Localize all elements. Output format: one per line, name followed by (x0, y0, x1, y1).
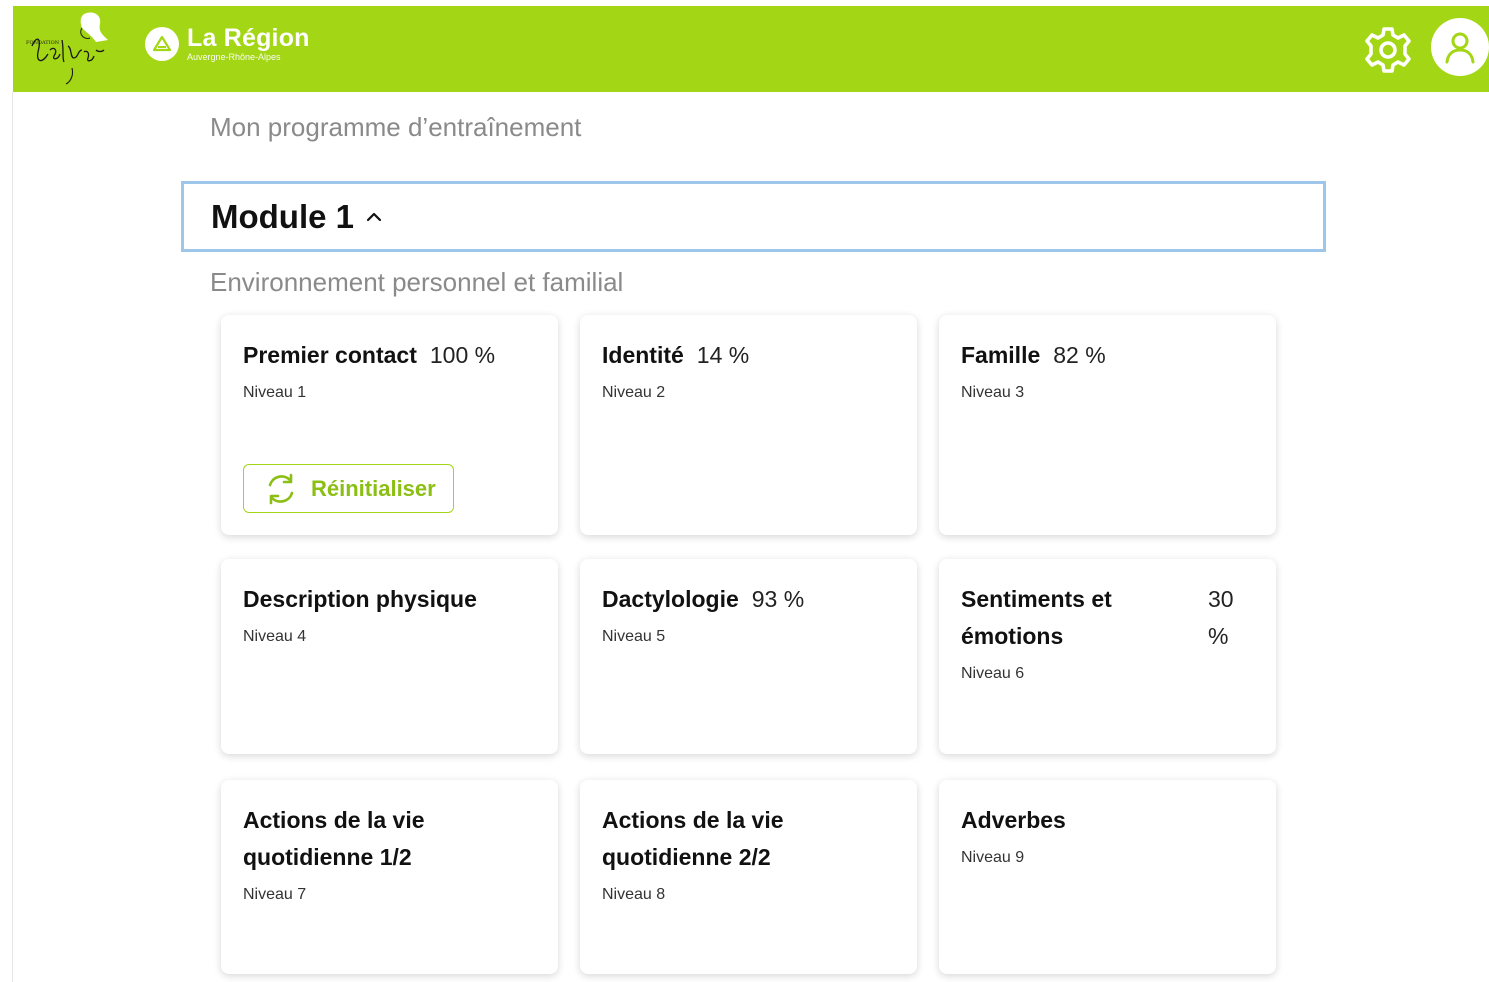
chevron-up-icon (366, 211, 382, 223)
card-level: Niveau 4 (243, 628, 307, 645)
reset-label: Réinitialiser (311, 475, 436, 501)
card-title: Actions de la vie quotidienne 2/2 (602, 807, 784, 870)
card-level: Niveau 8 (602, 886, 666, 903)
lesson-card[interactable]: Dactylologie 93 % Niveau 5 (580, 559, 917, 754)
lesson-card[interactable]: Actions de la vie quotidienne 2/2 Niveau… (580, 780, 917, 974)
card-progress: 100 % (429, 342, 496, 368)
region-badge-icon (145, 27, 179, 61)
card-title: Adverbes (961, 807, 1066, 833)
card-title: Description physique (243, 586, 477, 612)
card-level: Niveau 1 (243, 384, 307, 401)
module-subtitle: Environnement personnel et familial (210, 267, 624, 297)
lesson-card[interactable]: Famille 82 % Niveau 3 (939, 315, 1276, 535)
card-title: Dactylologie (602, 586, 739, 612)
card-level: Niveau 6 (961, 665, 1025, 682)
card-level: Niveau 5 (602, 628, 666, 645)
voltaire-logo[interactable]: FONDATION (12, 6, 117, 86)
card-progress: 82 % (1053, 342, 1106, 368)
refresh-icon (268, 473, 294, 504)
lesson-card[interactable]: Adverbes Niveau 9 (939, 780, 1276, 974)
user-icon (1445, 32, 1475, 64)
lesson-card[interactable]: Actions de la vie quotidienne 1/2 Niveau… (221, 780, 558, 974)
lesson-card[interactable]: Premier contact 100 % Niveau 1 Réinitial… (221, 315, 558, 535)
card-progress: 30 % (1208, 586, 1234, 649)
lesson-card[interactable]: Identité 14 % Niveau 2 (580, 315, 917, 535)
card-level: Niveau 7 (243, 886, 307, 903)
region-title: La Région (187, 24, 310, 52)
module-accordion-header[interactable]: Module 1 (181, 181, 1326, 252)
svg-text:FONDATION: FONDATION (26, 40, 60, 46)
card-title: Identité (602, 342, 684, 368)
gear-icon (1365, 27, 1411, 73)
settings-button[interactable] (1359, 21, 1417, 79)
card-progress: 93 % (751, 586, 805, 612)
lesson-card[interactable]: Sentiments et émotions 30 % Niveau 6 (939, 559, 1276, 754)
card-title: Famille (961, 342, 1041, 368)
card-title: Sentiments et émotions (961, 586, 1112, 649)
card-title: Premier contact (243, 342, 417, 368)
card-title: Actions de la vie quotidienne 1/2 (243, 807, 425, 870)
profile-button[interactable] (1431, 18, 1489, 76)
card-level: Niveau 3 (961, 384, 1025, 401)
card-level: Niveau 2 (602, 384, 666, 401)
lesson-card[interactable]: Description physique Niveau 4 (221, 559, 558, 754)
reset-button[interactable]: Réinitialiser (243, 464, 454, 513)
module-title: Module 1 (211, 197, 355, 235)
divider (12, 92, 13, 982)
region-logo[interactable]: La Région Auvergne-Rhône-Alpes (145, 26, 310, 62)
card-progress: 14 % (696, 342, 750, 368)
card-level: Niveau 9 (961, 849, 1025, 866)
page-title: Mon programme d’entraînement (210, 112, 582, 142)
region-subtitle: Auvergne-Rhône-Alpes (187, 52, 281, 62)
